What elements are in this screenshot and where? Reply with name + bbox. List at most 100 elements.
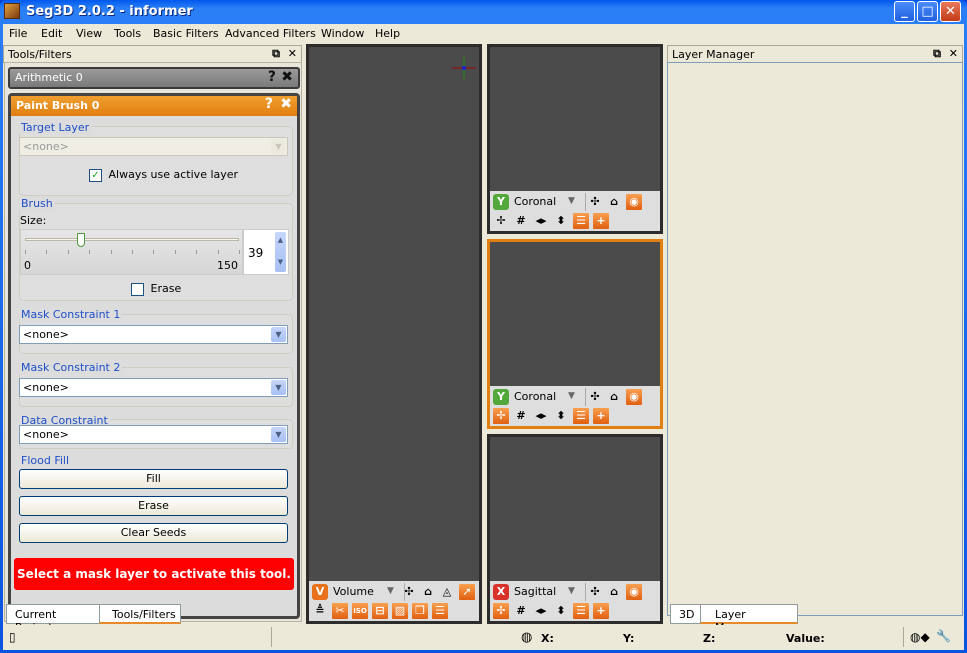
menu-help[interactable]: Help <box>375 27 400 40</box>
target-layer-select[interactable]: <none> ▼ <box>19 137 288 156</box>
volume-view-icon[interactable]: V <box>312 584 328 600</box>
chevron-down-icon[interactable]: ▼ <box>568 391 575 401</box>
menu-view[interactable]: View <box>76 27 102 40</box>
flip-vertical-icon[interactable]: ⬍ <box>553 213 569 229</box>
auto-view-icon[interactable]: ✣ <box>587 194 603 210</box>
grid-icon[interactable]: # <box>513 408 529 424</box>
chevron-down-icon[interactable]: ▼ <box>387 586 394 596</box>
float-dock-icon[interactable]: ⧉ <box>272 47 280 60</box>
close-dock-icon[interactable]: ✕ <box>288 47 297 60</box>
overlay-icon[interactable]: ☰ <box>573 408 589 424</box>
flip-vertical-icon[interactable]: ⬍ <box>553 408 569 424</box>
grid-icon[interactable]: # <box>513 213 529 229</box>
menu-basic-filters[interactable]: Basic Filters <box>153 27 219 40</box>
paint-brush-header[interactable]: Paint Brush 0 ? ✖ <box>11 96 297 116</box>
pick-icon[interactable]: ✢ <box>493 408 509 424</box>
erase-button[interactable]: Erase <box>19 496 288 516</box>
eye-icon[interactable]: ◉ <box>626 389 642 405</box>
coronal-view-icon[interactable]: Y <box>493 389 509 405</box>
close-window-button[interactable]: ✕ <box>940 1 961 22</box>
eye-icon[interactable]: ◉ <box>626 584 642 600</box>
auto-view-icon[interactable]: ✣ <box>587 389 603 405</box>
sagittal-view-icon[interactable]: X <box>493 584 509 600</box>
spin-up-icon[interactable]: ▲ <box>275 232 286 252</box>
tab-current-project[interactable]: Current Project <box>6 604 101 634</box>
help-icon[interactable]: ? <box>268 69 276 85</box>
flip-vertical-icon[interactable]: ⬍ <box>553 603 569 619</box>
tab-tools-filters[interactable]: Tools/Filters <box>99 604 181 624</box>
pick-icon[interactable]: ✢ <box>493 603 509 619</box>
view-mode-select[interactable]: Coronal <box>514 390 556 403</box>
close-dock-icon[interactable]: ✕ <box>949 47 958 60</box>
flip-horizontal-icon[interactable]: ◂▸ <box>533 213 549 229</box>
crosshair-icon[interactable]: + <box>593 603 609 619</box>
orientation-axes-icon <box>452 57 476 79</box>
clipping-plane-icon[interactable]: ◬ <box>439 584 455 600</box>
lock-icon[interactable]: ⌂ <box>420 584 436 600</box>
auto-view-icon[interactable]: ✣ <box>587 584 603 600</box>
lock-icon[interactable]: ⌂ <box>606 194 622 210</box>
pick-icon[interactable]: ✢ <box>493 213 509 229</box>
slices-visible-icon[interactable]: ➚ <box>459 584 475 600</box>
coronal-view-icon[interactable]: Y <box>493 194 509 210</box>
erase-checkbox[interactable]: Erase <box>131 282 181 296</box>
border-icon[interactable]: ▨ <box>392 603 408 619</box>
overlay-icon[interactable]: ☰ <box>432 603 448 619</box>
spin-down-icon[interactable]: ▼ <box>275 252 286 272</box>
coordinate-mode-icon[interactable]: ◍◆ <box>910 630 930 644</box>
minimize-button[interactable]: _ <box>894 1 915 22</box>
menu-edit[interactable]: Edit <box>41 27 62 40</box>
slider-tick <box>89 250 91 254</box>
menu-advanced-filters[interactable]: Advanced Filters <box>225 27 316 40</box>
crosshair-icon[interactable]: + <box>593 408 609 424</box>
globe-icon[interactable]: ◍ <box>521 630 532 645</box>
menu-file[interactable]: File <box>9 27 27 40</box>
log-icon[interactable]: ▯ <box>9 630 16 644</box>
always-active-checkbox[interactable]: ✓ Always use active layer <box>89 168 238 182</box>
menu-tools[interactable]: Tools <box>114 27 141 40</box>
maximize-button[interactable]: □ <box>917 1 938 22</box>
tab-3d[interactable]: 3D <box>670 604 702 624</box>
viewer-coronal-1[interactable]: Y Coronal ▼ ✣ ⌂ ◉ ✢ # ◂▸ ⬍ ☰ + <box>487 44 663 234</box>
chevron-down-icon[interactable]: ▼ <box>568 586 575 596</box>
lock-icon[interactable]: ⌂ <box>606 584 622 600</box>
mask-constraint-2-select[interactable]: <none> ▼ <box>19 378 288 397</box>
light-icon[interactable]: ≜ <box>312 603 328 619</box>
viewer-volume[interactable]: V Volume ▼ ✣ ⌂ ◬ ➚ ≜ ✂ ISO ⊟ ▨ ❐ ☰ <box>306 44 482 624</box>
cube-icon[interactable]: ❐ <box>412 603 428 619</box>
tab-layer-manager[interactable]: Layer Manager <box>700 604 798 634</box>
view-mode-select[interactable]: Volume <box>333 585 374 598</box>
overlay-icon[interactable]: ☰ <box>573 213 589 229</box>
crosshair-icon[interactable]: + <box>593 213 609 229</box>
size-spinbox[interactable]: 39 ▲ ▼ <box>243 229 289 275</box>
cut-icon[interactable]: ✂ <box>332 603 348 619</box>
help-icon[interactable]: ? <box>265 96 273 112</box>
view-mode-select[interactable]: Coronal <box>514 195 556 208</box>
eye-icon[interactable]: ◉ <box>626 194 642 210</box>
menu-window[interactable]: Window <box>321 27 364 40</box>
auto-view-icon[interactable]: ✣ <box>401 584 417 600</box>
close-tool-icon[interactable]: ✖ <box>280 96 292 112</box>
viewer-sagittal[interactable]: X Sagittal ▼ ✣ ⌂ ◉ ✢ # ◂▸ ⬍ ☰ + <box>487 434 663 624</box>
bounding-box-icon[interactable]: ⊟ <box>372 603 388 619</box>
slider-thumb[interactable] <box>76 233 85 247</box>
lock-icon[interactable]: ⌂ <box>606 389 622 405</box>
fill-button[interactable]: Fill <box>19 469 288 489</box>
chevron-down-icon[interactable]: ▼ <box>568 196 575 206</box>
mask-constraint-1-select[interactable]: <none> ▼ <box>19 325 288 344</box>
grid-icon[interactable]: # <box>513 603 529 619</box>
wrench-icon[interactable]: 🔧 <box>936 629 951 643</box>
mask-constraint-2-value: <none> <box>23 381 69 394</box>
clear-seeds-button[interactable]: Clear Seeds <box>19 523 288 543</box>
size-slider[interactable]: 0 150 <box>20 229 243 275</box>
close-tool-icon[interactable]: ✖ <box>281 69 293 85</box>
viewer-coronal-2[interactable]: Y Coronal ▼ ✣ ⌂ ◉ ✢ # ◂▸ ⬍ ☰ + <box>487 239 663 429</box>
flip-horizontal-icon[interactable]: ◂▸ <box>533 603 549 619</box>
flip-horizontal-icon[interactable]: ◂▸ <box>533 408 549 424</box>
float-dock-icon[interactable]: ⧉ <box>933 47 941 60</box>
view-mode-select[interactable]: Sagittal <box>514 585 556 598</box>
tool-arithmetic-header[interactable]: Arithmetic 0 ? ✖ <box>8 67 300 89</box>
data-constraint-select[interactable]: <none> ▼ <box>19 425 288 444</box>
iso-surface-icon[interactable]: ISO <box>352 603 368 619</box>
overlay-icon[interactable]: ☰ <box>573 603 589 619</box>
